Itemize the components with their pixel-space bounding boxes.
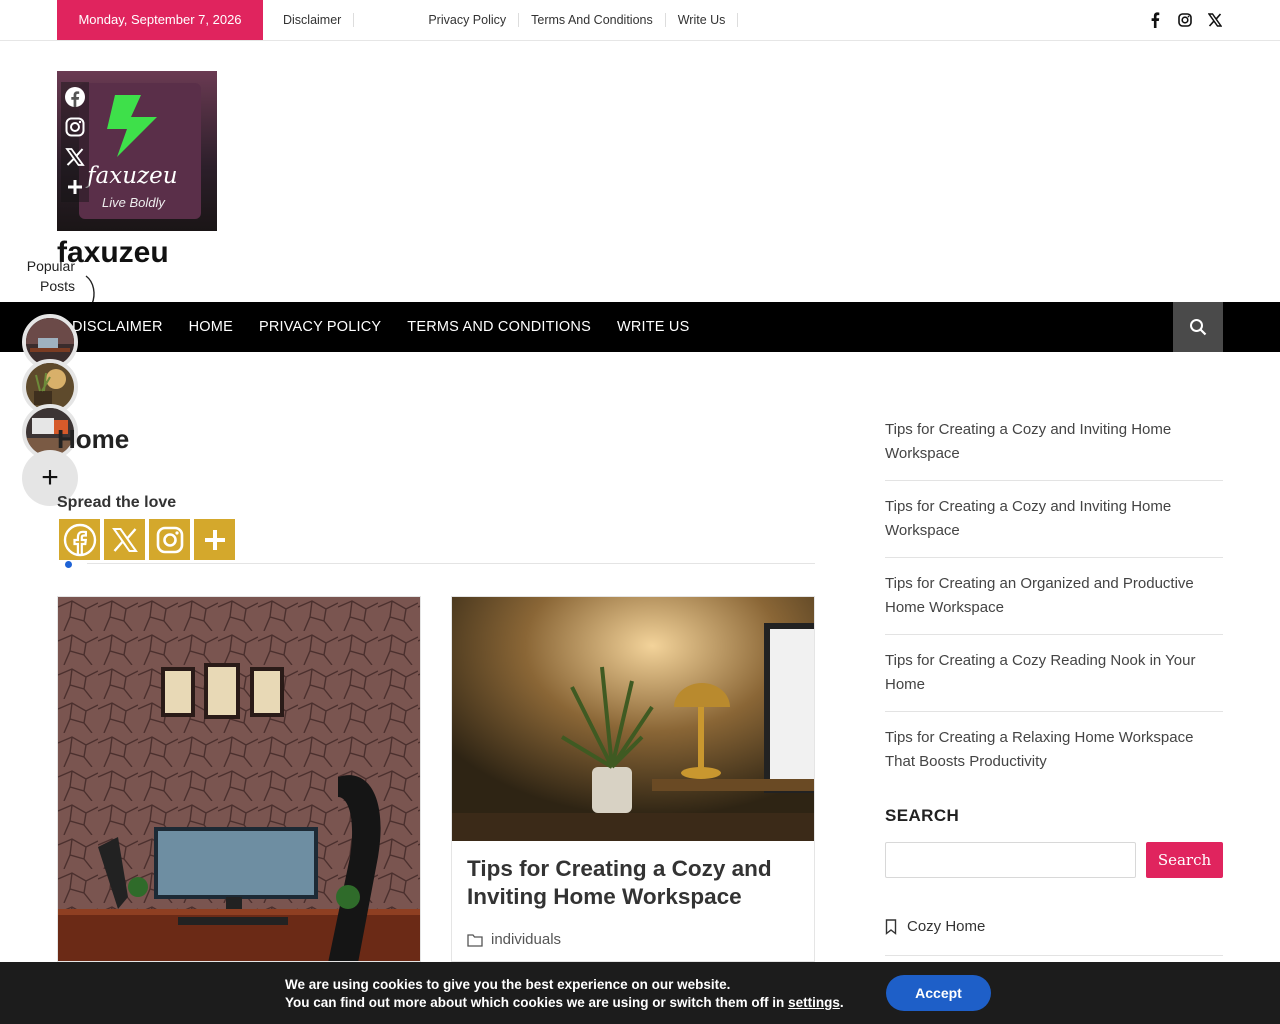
instagram-icon[interactable] [1177,12,1193,28]
post-card-2-title[interactable]: Tips for Creating a Cozy and Inviting Ho… [467,855,797,911]
top-bar: Monday, September 7, 2026 Disclaimer Pri… [0,0,1280,41]
nav-search-button[interactable] [1173,302,1223,352]
sidebar-search-button[interactable]: Search [1146,842,1223,878]
top-link-write-us[interactable]: Write Us [666,13,739,27]
facebook-icon[interactable] [1147,12,1163,28]
facebook-icon[interactable] [61,82,89,112]
floating-share-bar [61,82,89,202]
top-link-privacy-policy[interactable]: Privacy Policy [416,13,520,27]
logo-tagline: Live Boldly [102,195,165,210]
popular-posts-label-line1: Popular [26,258,75,274]
cookie-settings-link[interactable]: settings [788,995,840,1010]
top-link-terms[interactable]: Terms And Conditions [519,13,666,27]
nav-item-home[interactable]: HOME [189,319,233,335]
top-links: Disclaimer Privacy Policy Terms And Cond… [271,0,739,40]
share-divider [87,563,815,564]
main-nav-items: DISCLAIMER HOME PRIVACY POLICY TERMS AND… [72,302,715,352]
post-card-2-category-label: individuals [491,931,562,948]
sidebar-divider [885,955,1223,956]
sidebar-recent-posts: Tips for Creating a Cozy and Inviting Ho… [885,404,1223,788]
bookmark-icon [885,918,897,935]
page-title: Home [57,424,130,454]
logo-wordmark: faxuzeu [87,163,178,189]
lightning-bolt-icon [107,95,157,157]
post-card-2[interactable]: Tips for Creating a Cozy and Inviting Ho… [451,596,815,962]
sidebar-recent-post[interactable]: Tips for Creating a Cozy and Inviting Ho… [885,481,1223,558]
x-icon[interactable] [1207,12,1223,28]
nav-item-write-us[interactable]: WRITE US [617,319,690,335]
cookie-message: We are using cookies to give you the bes… [285,976,844,1012]
cookie-bar: We are using cookies to give you the bes… [0,962,1280,1024]
folder-icon [467,933,483,947]
sidebar-category-item[interactable]: Cozy Home [885,918,985,935]
x-icon[interactable] [61,142,89,172]
nav-item-disclaimer[interactable]: DISCLAIMER [72,319,163,335]
top-link-disclaimer[interactable]: Disclaimer [271,13,355,27]
nav-item-terms[interactable]: TERMS AND CONDITIONS [407,319,591,335]
share-buttons [59,519,235,560]
instagram-icon[interactable] [61,112,89,142]
x-icon[interactable] [104,519,145,560]
sidebar-recent-post[interactable]: Tips for Creating a Relaxing Home Worksp… [885,712,1223,788]
post-card-1[interactable] [57,596,421,962]
current-date: Monday, September 7, 2026 [57,0,263,40]
main-nav: DISCLAIMER HOME PRIVACY POLICY TERMS AND… [0,302,1280,352]
plus-icon[interactable] [194,519,235,560]
sidebar-search-heading: SEARCH [885,806,960,825]
cookie-message-line2-suffix: . [839,995,844,1010]
cookie-accept-button[interactable]: Accept [886,975,991,1011]
post-card-2-category[interactable]: individuals [467,931,561,948]
post-card-2-image [452,597,814,841]
sidebar-recent-post[interactable]: Tips for Creating an Organized and Produ… [885,558,1223,635]
spread-the-love-label: Spread the love [57,494,177,511]
post-card-1-image [58,597,420,961]
sidebar-recent-post[interactable]: Tips for Creating a Cozy Reading Nook in… [885,635,1223,712]
top-social [1147,0,1223,40]
facebook-icon[interactable] [59,519,100,560]
share-indicator-dot [65,561,72,568]
sidebar-search-input[interactable] [885,842,1136,878]
sidebar-category-label: Cozy Home [907,918,986,935]
popular-posts-label: Popular Posts [22,256,75,296]
instagram-icon[interactable] [149,519,190,560]
nav-item-privacy-policy[interactable]: PRIVACY POLICY [259,319,381,335]
cookie-message-line2: You can find out more about which cookie… [285,994,844,1012]
cookie-message-line2-prefix: You can find out more about which cookie… [285,995,789,1010]
plus-icon[interactable] [61,172,89,202]
sidebar-recent-post[interactable]: Tips for Creating a Cozy and Inviting Ho… [885,404,1223,481]
search-icon [1190,319,1207,336]
popular-posts-label-line2: Posts [39,278,75,294]
cookie-message-line1: We are using cookies to give you the bes… [285,977,731,992]
